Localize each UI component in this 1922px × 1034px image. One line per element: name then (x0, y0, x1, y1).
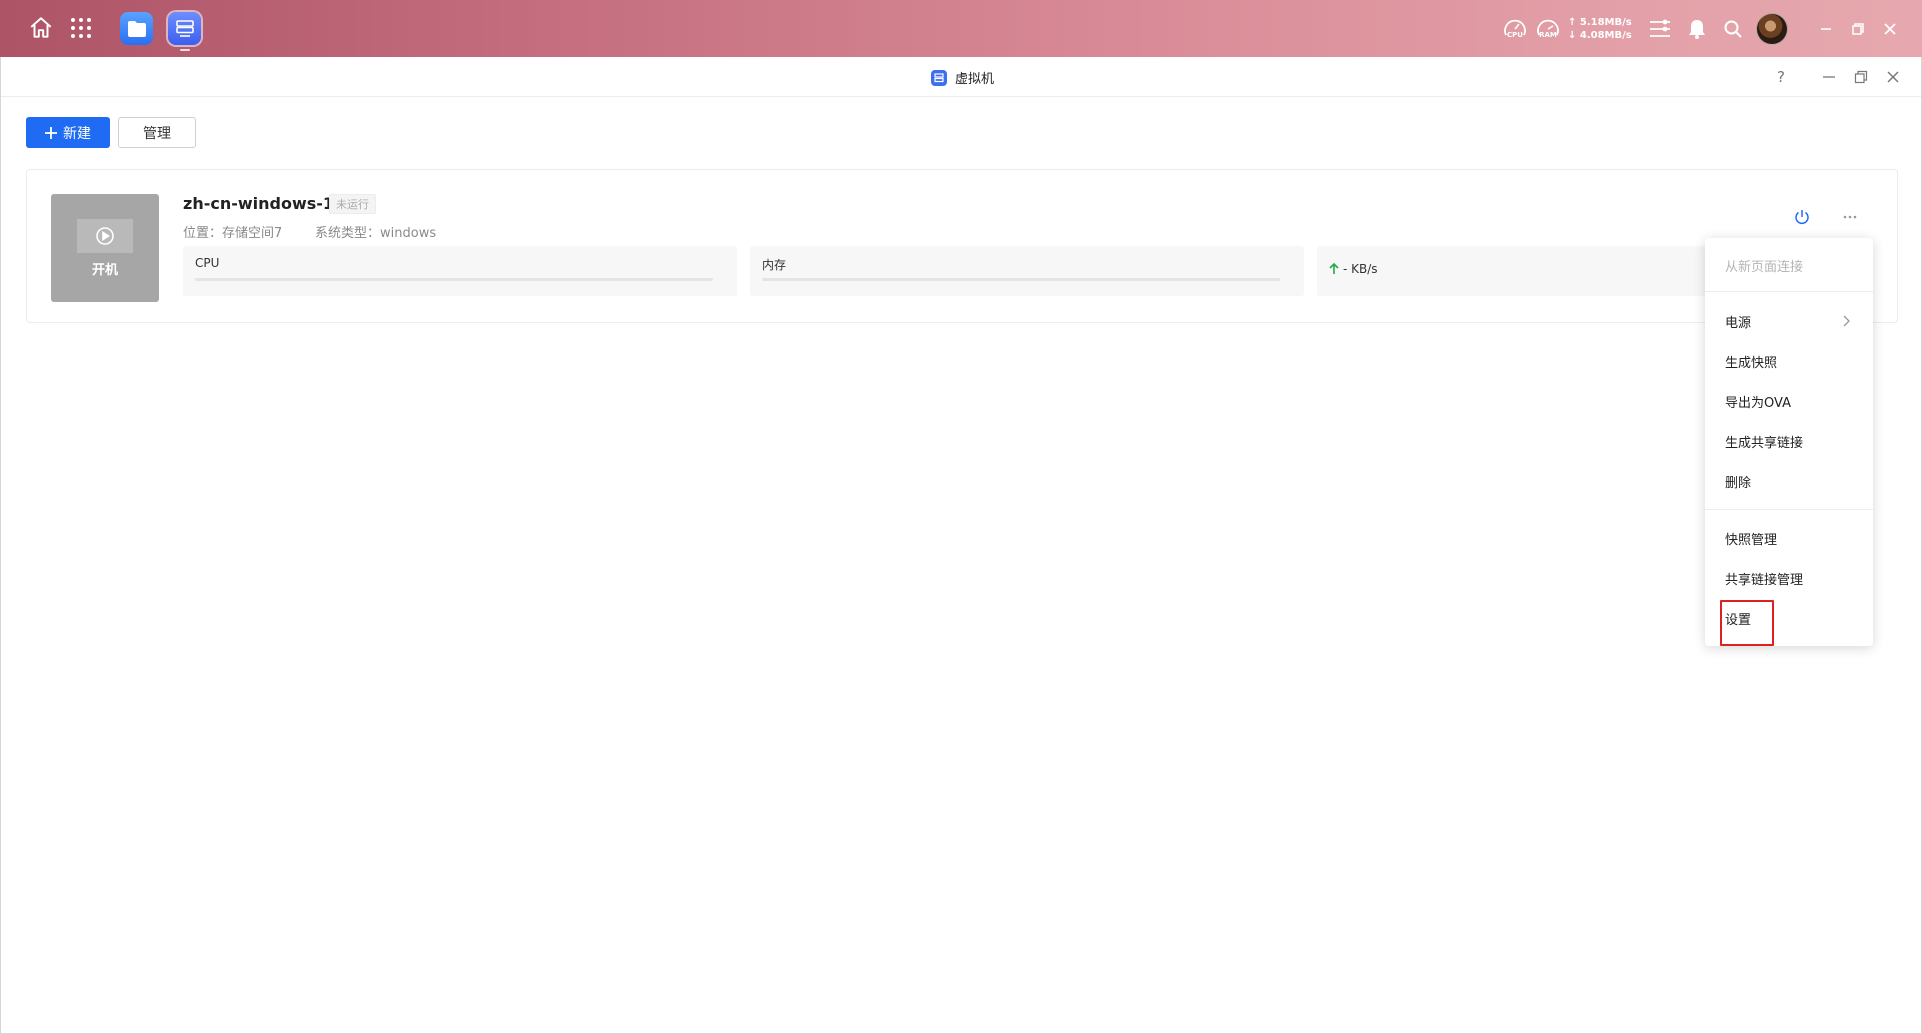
net-download-speed: ↓ 4.08MB/s (1568, 30, 1632, 41)
memory-usage-bar (762, 278, 1280, 281)
system-top-bar: CPU RAM ↑ 5.18MB/s ↓ 4.08MB/s (0, 0, 1922, 57)
menu-divider (1705, 291, 1873, 292)
window-title-bar[interactable]: 虚拟机 ? (1, 57, 1921, 97)
power-on-label[interactable]: 开机 (92, 259, 118, 278)
cpu-metric-panel: CPU (183, 246, 737, 296)
search-icon[interactable] (1721, 17, 1745, 41)
vm-app-title-icon (931, 69, 947, 86)
vm-name: zh-cn-windows-11 (183, 194, 346, 213)
menu-item-snapshot-manage[interactable]: 快照管理 (1705, 519, 1873, 557)
vm-location: 位置：存储空间7 (183, 226, 283, 241)
play-icon (96, 226, 114, 245)
ram-label: RAM (1539, 31, 1557, 39)
menu-item-power[interactable]: 电源 (1705, 302, 1873, 340)
window-close-icon[interactable] (1883, 67, 1903, 87)
cpu-usage-bar (195, 278, 713, 281)
window-title: 虚拟机 (931, 68, 994, 87)
window-restore-icon[interactable] (1851, 67, 1871, 87)
menu-divider (1705, 509, 1873, 510)
menu-item-export-ova[interactable]: 导出为OVA (1705, 382, 1873, 420)
cpu-label: CPU (1507, 31, 1523, 39)
app-grid-icon[interactable] (68, 15, 94, 41)
net-upload-speed: ↑ 5.18MB/s (1568, 17, 1632, 28)
vm-status-badge: 未运行 (329, 194, 376, 214)
power-icon (1795, 210, 1809, 225)
menu-item-power-label: 电源 (1725, 315, 1752, 331)
window-minimize-icon[interactable] (1819, 67, 1839, 87)
help-button[interactable]: ? (1771, 67, 1791, 87)
desktop-minimize-icon[interactable] (1816, 19, 1836, 39)
vm-context-menu: 从新页面连接 电源 生成快照 导出为OVA 生成共享链接 删除 快照管理 共享链… (1705, 238, 1873, 646)
active-app-indicator (180, 49, 190, 51)
upload-arrow-icon (1329, 263, 1339, 274)
window-title-text: 虚拟机 (955, 72, 995, 87)
network-speed-readout[interactable]: ↑ 5.18MB/s ↓ 4.08MB/s (1568, 16, 1632, 42)
network-speed: - KB/s (1329, 262, 1378, 276)
more-options-button[interactable] (1839, 206, 1861, 228)
task-manager-icon[interactable] (1648, 17, 1672, 41)
memory-metric-panel: 内存 (750, 246, 1304, 296)
vm-thumbnail[interactable]: 开机 (51, 194, 159, 302)
plus-icon (45, 126, 57, 139)
vm-screen-preview (77, 218, 133, 253)
desktop-restore-icon[interactable] (1848, 19, 1868, 39)
desktop-close-icon[interactable] (1880, 19, 1900, 39)
network-speed-value: - KB/s (1343, 262, 1378, 276)
chevron-right-icon (1843, 315, 1850, 327)
virtual-machine-app-icon[interactable] (168, 12, 201, 45)
settings-highlight-box (1720, 600, 1774, 646)
menu-item-share-link[interactable]: 生成共享链接 (1705, 422, 1873, 460)
notification-bell-icon[interactable] (1685, 17, 1709, 41)
more-dots-icon (1843, 215, 1857, 219)
user-avatar[interactable] (1756, 13, 1788, 45)
vm-os-type: 系统类型：windows (315, 226, 437, 241)
memory-metric-label: 内存 (762, 258, 787, 272)
file-manager-app-icon[interactable] (120, 12, 153, 45)
cpu-metric-label: CPU (195, 256, 220, 270)
new-vm-button-label: 新建 (63, 124, 91, 141)
menu-item-snapshot[interactable]: 生成快照 (1705, 342, 1873, 380)
power-button[interactable] (1791, 206, 1813, 228)
new-vm-button[interactable]: 新建 (26, 117, 110, 148)
menu-item-open-new-page[interactable]: 从新页面连接 (1705, 246, 1873, 284)
menu-item-share-link-manage[interactable]: 共享链接管理 (1705, 559, 1873, 597)
manage-button[interactable]: 管理 (118, 117, 196, 148)
vm-app-window: 虚拟机 ? 新建 管理 开机 zh-cn-windows-11 未运行 位置：存… (0, 57, 1922, 1034)
network-metric-panel: - KB/s (1317, 246, 1717, 296)
menu-item-delete[interactable]: 删除 (1705, 462, 1873, 500)
vm-card[interactable]: 开机 zh-cn-windows-11 未运行 位置：存储空间7 系统类型：wi… (26, 169, 1898, 323)
home-icon[interactable] (26, 13, 56, 43)
